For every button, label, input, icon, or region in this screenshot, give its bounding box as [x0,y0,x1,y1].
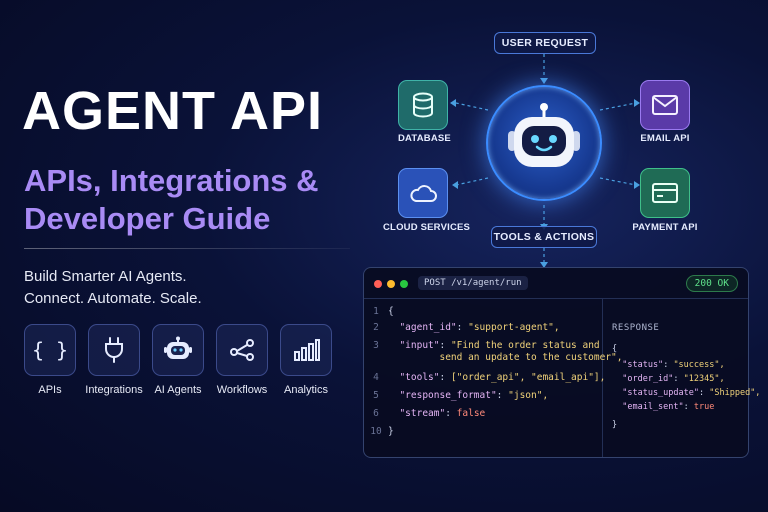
code-value: false [456,408,486,419]
code-value: true [693,402,715,412]
response-line: "status": "success", [612,360,725,370]
code-value: send an update to the customer", [388,352,623,363]
close-dot[interactable] [374,280,382,288]
cloud-icon [410,185,437,202]
response-line: "status_update": "Shipped", [612,388,761,398]
line-number: 5 [373,390,379,401]
database-node [398,80,448,130]
user-request-pill: USER REQUEST [494,32,596,54]
code-line: 2 "agent_id": "support-agent", [364,322,560,334]
code-line: 3 "input": "Find the order status and [364,340,600,352]
response-title: RESPONSE [612,323,660,333]
response-line: } [612,420,617,431]
agent-hub [486,85,602,201]
code-key: "status" [612,360,664,370]
payment-api-label: PAYMENT API [632,222,698,233]
code-brace: { [612,344,618,354]
credit-card-icon [652,183,678,203]
status-badge: 200 OK [685,275,738,292]
code-line: 1{ [364,306,394,318]
code-line: 4 "tools": ["order_api", "email_api"], [364,372,605,384]
code-value: ["order_api", "email_api"], [450,372,606,383]
code-panel: POST /v1/agent/run 200 OK 1{2 "agent_id"… [363,267,760,458]
tools-actions-pill: TOOLS & ACTIONS [491,226,597,248]
code-brace: } [388,426,394,437]
code-line: send an update to the customer", [364,352,623,364]
cloud-services-label: CLOUD SERVICES [383,222,471,233]
code-line: 6 "stream": false [364,408,485,420]
line-number: 4 [373,372,379,383]
database-icon [413,92,433,118]
line-number: 2 [373,322,379,333]
code-brace: { [388,306,394,317]
code-key: "status_update" [612,388,699,398]
cloud-services-node [398,168,448,218]
code-key: "email_sent" [612,402,684,412]
database-label: DATABASE [398,133,451,144]
line-number: 1 [373,306,379,317]
code-key: "stream" [388,408,446,419]
code-line: 10} [364,426,394,438]
line-number: 3 [373,340,379,351]
code-key: "tools" [388,372,440,383]
email-api-node [640,80,690,130]
maximize-dot[interactable] [400,280,408,288]
code-line: 5 "response_format": "json", [364,390,548,402]
code-brace: } [612,420,618,430]
email-api-label: EMAIL API [640,133,690,144]
endpoint-label: POST /v1/agent/run [418,276,528,290]
code-value: "12345", [683,374,725,384]
mail-icon [652,95,678,115]
minimize-dot[interactable] [387,280,395,288]
response-line: { [612,344,617,355]
response-line: "email_sent": true [612,402,715,412]
code-key: "input" [388,340,440,351]
response-line: "order_id": "12345", [612,374,725,384]
code-key: "agent_id" [388,322,457,333]
code-key: "order_id" [612,374,674,384]
code-key: "response_format" [388,390,497,401]
code-value: "success", [673,360,725,370]
code-value: "json", [508,390,549,401]
panel-divider [364,298,748,299]
line-number: 10 [370,426,382,437]
payment-api-node [640,168,690,218]
code-value: "support-agent", [468,322,560,333]
code-value: "Find the order status and [450,340,600,351]
code-value: "Shipped", [709,388,761,398]
line-number: 6 [373,408,379,419]
robot-icon [508,103,580,167]
